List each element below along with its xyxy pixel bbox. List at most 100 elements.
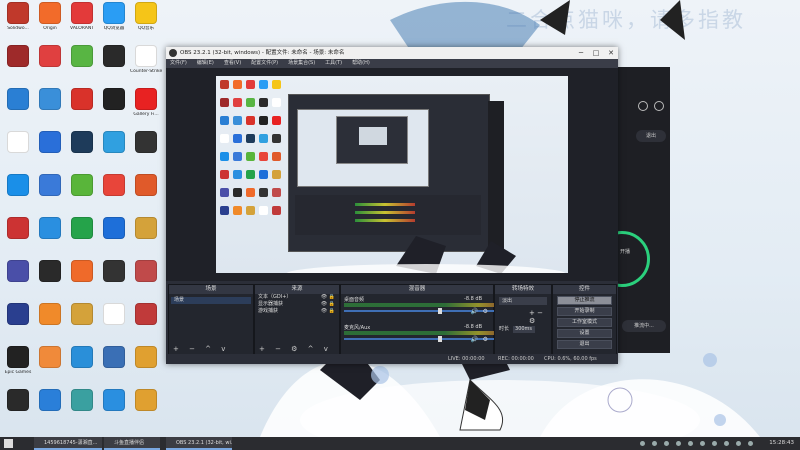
- tray-icon[interactable]: [640, 441, 645, 446]
- desktop-icon[interactable]: [2, 303, 34, 327]
- taskbar-item-browser[interactable]: 1459618745-潇湘直...: [34, 437, 102, 450]
- desktop-icon[interactable]: QQ浏览器: [98, 2, 130, 31]
- desktop-icon[interactable]: [66, 45, 98, 69]
- desktop-icon[interactable]: [66, 174, 98, 198]
- desktop-icon[interactable]: [34, 303, 66, 327]
- transition-add-remove[interactable]: + − ⚙: [529, 309, 551, 325]
- tray-icon[interactable]: [736, 441, 741, 446]
- scenes-toolbar[interactable]: + − ^ v: [173, 345, 229, 353]
- tray-icon[interactable]: [676, 441, 681, 446]
- close-button[interactable]: ✕: [604, 47, 618, 59]
- gear-icon[interactable]: ⚙: [483, 308, 488, 315]
- desktop-icon[interactable]: [98, 131, 130, 155]
- desktop-icon[interactable]: [66, 389, 98, 413]
- control-button[interactable]: 设置: [557, 329, 612, 338]
- desktop-icon[interactable]: Epic Games: [2, 346, 34, 375]
- tray-icon[interactable]: [688, 441, 693, 446]
- obs-preview[interactable]: [166, 68, 618, 281]
- share-icon[interactable]: [654, 101, 664, 111]
- desktop-icon[interactable]: [34, 217, 66, 241]
- speaker-icon[interactable]: 🔊: [471, 308, 478, 315]
- exit-button[interactable]: 退出: [636, 130, 666, 142]
- control-button[interactable]: 开始录制: [557, 307, 612, 316]
- start-button[interactable]: [4, 439, 13, 448]
- desktop-icon[interactable]: [98, 346, 130, 370]
- obs-window[interactable]: OBS 23.2.1 (32-bit, windows) - 配置文件: 未命名…: [166, 47, 618, 364]
- desktop-icon[interactable]: Solidwo...: [2, 2, 34, 31]
- tray-icon[interactable]: [724, 441, 729, 446]
- volume-slider-handle[interactable]: [438, 308, 442, 314]
- menu-item[interactable]: 工具(T): [325, 60, 342, 66]
- minimize-button[interactable]: ─: [574, 47, 588, 59]
- menu-item[interactable]: 文件(F): [170, 60, 187, 66]
- desktop-icon[interactable]: [2, 174, 34, 198]
- desktop-icon[interactable]: [130, 389, 162, 413]
- desktop-icon[interactable]: [130, 346, 162, 370]
- desktop-icon[interactable]: [34, 389, 66, 413]
- desktop-icon[interactable]: [66, 217, 98, 241]
- source-item[interactable]: 游戏捕获 👁 🔒: [255, 308, 339, 315]
- visibility-lock-icon[interactable]: 👁 🔒: [321, 294, 335, 301]
- desktop-icon[interactable]: [98, 88, 130, 112]
- desktop-icon[interactable]: [2, 217, 34, 241]
- tray-icon[interactable]: [712, 441, 717, 446]
- source-item[interactable]: 显示器捕获 👁 🔒: [255, 301, 339, 308]
- menu-item[interactable]: 场景集合(S): [288, 60, 315, 66]
- desktop-icon[interactable]: [98, 389, 130, 413]
- desktop-icon[interactable]: [2, 389, 34, 413]
- desktop-icon[interactable]: [98, 217, 130, 241]
- desktop-icon[interactable]: [2, 45, 34, 69]
- transition-select[interactable]: 淡出: [499, 297, 547, 305]
- desktop-icon[interactable]: Gallery Fi...: [130, 88, 162, 117]
- desktop-icon[interactable]: [34, 88, 66, 112]
- desktop-icon[interactable]: [66, 303, 98, 327]
- tray-icon[interactable]: [664, 441, 669, 446]
- desktop-icon[interactable]: [66, 131, 98, 155]
- desktop-icon[interactable]: [130, 174, 162, 198]
- desktop-icon[interactable]: Origin: [34, 2, 66, 31]
- desktop-icon[interactable]: Counter-Strike: [130, 45, 162, 74]
- taskbar-item-obs[interactable]: OBS 23.2.1 (32-bit, wi...: [166, 437, 232, 450]
- tray-icon[interactable]: [700, 441, 705, 446]
- desktop-icon[interactable]: [98, 174, 130, 198]
- menu-item[interactable]: 查看(V): [224, 60, 241, 66]
- desktop-icon[interactable]: [66, 88, 98, 112]
- obs-titlebar[interactable]: OBS 23.2.1 (32-bit, windows) - 配置文件: 未命名…: [166, 47, 618, 59]
- desktop-icon[interactable]: [34, 174, 66, 198]
- desktop-icon[interactable]: [130, 260, 162, 284]
- tray-icon[interactable]: [748, 441, 753, 446]
- desktop-icon[interactable]: [2, 131, 34, 155]
- desktop-icon[interactable]: [130, 217, 162, 241]
- desktop-icon[interactable]: VALORANT: [66, 2, 98, 31]
- desktop-icon[interactable]: [34, 260, 66, 284]
- scene-item[interactable]: 场景: [171, 297, 251, 304]
- speaker-icon[interactable]: 🔊: [471, 336, 478, 343]
- volume-slider-handle[interactable]: [438, 336, 442, 342]
- desktop-icon[interactable]: [34, 346, 66, 370]
- desktop-icon[interactable]: [2, 260, 34, 284]
- sources-toolbar[interactable]: + − ⚙ ^ v: [259, 345, 332, 353]
- desktop-icon[interactable]: QQ音乐: [130, 2, 162, 31]
- source-item[interactable]: 文本（GDI+） 👁 🔒: [255, 294, 339, 301]
- control-button[interactable]: 工作室模式: [557, 318, 612, 327]
- desktop-icon[interactable]: [66, 260, 98, 284]
- duration-input[interactable]: 300ms: [513, 326, 536, 333]
- taskbar-item-live-app[interactable]: 斗鱼直播伴侣: [104, 437, 160, 450]
- desktop-icon[interactable]: [34, 45, 66, 69]
- desktop-icon[interactable]: [130, 131, 162, 155]
- desktop-icon[interactable]: [66, 346, 98, 370]
- menu-item[interactable]: 帮助(H): [352, 60, 370, 66]
- desktop-icon[interactable]: [34, 131, 66, 155]
- menu-item[interactable]: 配置文件(P): [251, 60, 278, 66]
- desktop-icon[interactable]: [98, 260, 130, 284]
- visibility-lock-icon[interactable]: 👁 🔒: [321, 301, 335, 308]
- control-button[interactable]: 退出: [557, 340, 612, 349]
- tray-icon[interactable]: [652, 441, 657, 446]
- control-button[interactable]: 停止推流: [557, 296, 612, 305]
- menu-item[interactable]: 编辑(E): [197, 60, 214, 66]
- bell-icon[interactable]: [638, 101, 648, 111]
- desktop-icon[interactable]: [2, 88, 34, 112]
- desktop-icon[interactable]: [98, 303, 130, 327]
- visibility-lock-icon[interactable]: 👁 🔒: [321, 308, 335, 315]
- gear-icon[interactable]: ⚙: [483, 336, 488, 343]
